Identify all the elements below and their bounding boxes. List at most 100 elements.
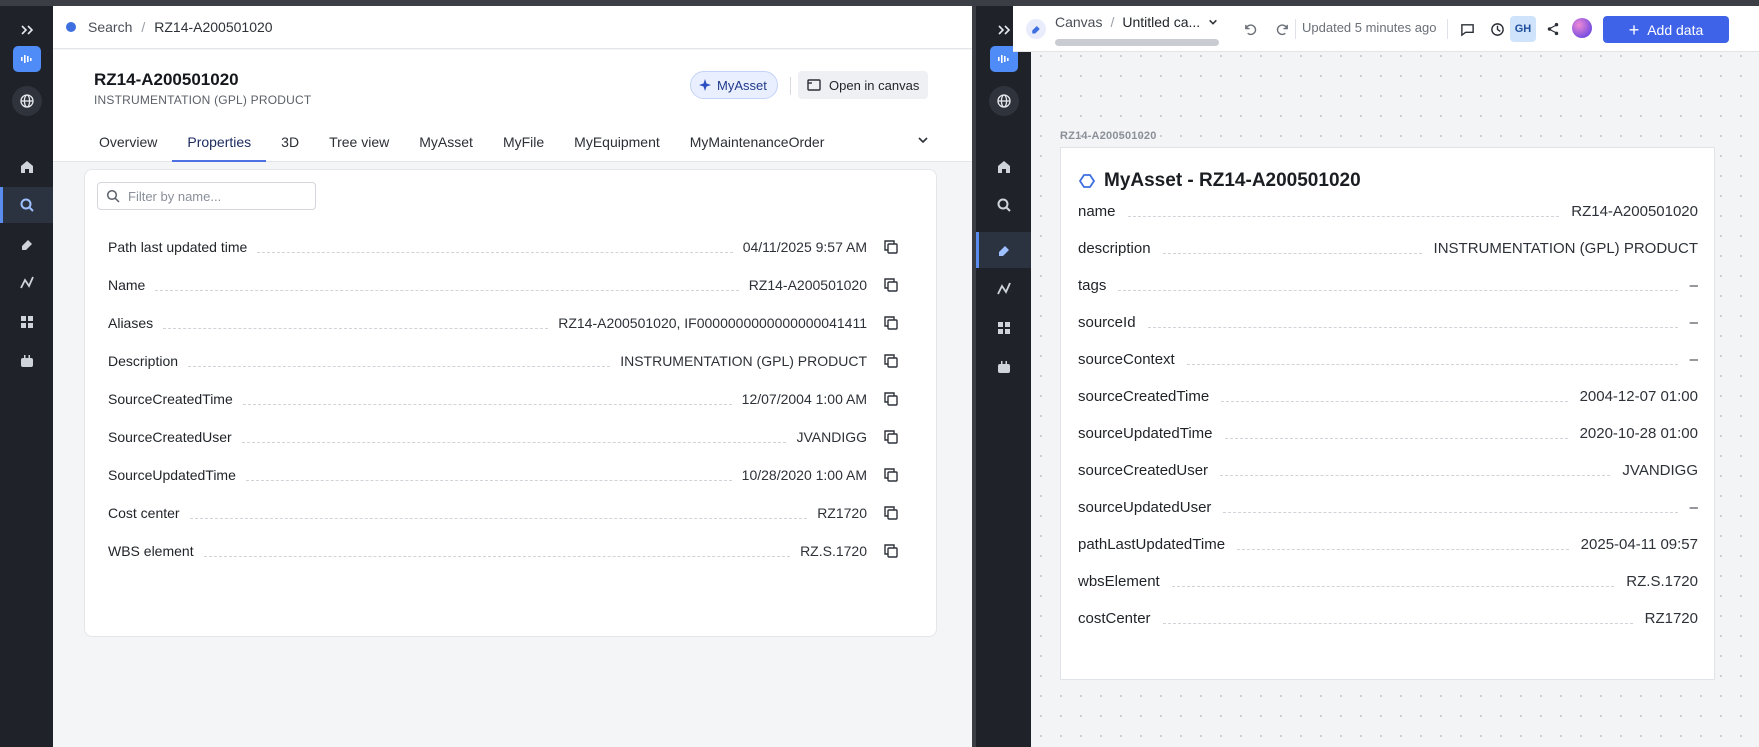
property-row: SourceCreatedTime 12/07/2004 1:00 AM	[108, 387, 898, 411]
copy-icon[interactable]	[884, 468, 898, 482]
myasset-chip[interactable]: MyAsset	[690, 71, 778, 99]
home-icon[interactable]	[976, 149, 1031, 185]
filter-input[interactable]	[128, 188, 308, 204]
leader-dots	[1223, 512, 1678, 513]
tab-myequipment[interactable]: MyEquipment	[559, 134, 675, 162]
history-icon[interactable]	[1487, 19, 1507, 39]
filter-field[interactable]	[97, 182, 316, 210]
canvas-crumb-root[interactable]: Canvas	[1055, 14, 1102, 30]
tab-overview[interactable]: Overview	[84, 134, 172, 162]
canvas-nav-icon[interactable]	[0, 226, 53, 262]
leader-dots	[1147, 327, 1678, 328]
page-title: RZ14-A200501020	[94, 70, 239, 89]
toolbar-divider	[1295, 19, 1296, 39]
add-data-button[interactable]: + Add data	[1603, 16, 1729, 43]
charts-nav-icon[interactable]	[0, 265, 53, 301]
user-avatar[interactable]: GH	[1510, 16, 1536, 42]
leader-dots	[1127, 216, 1560, 217]
property-value: 12/07/2004 1:00 AM	[741, 391, 867, 407]
canvas-title[interactable]: Untitled ca...	[1122, 14, 1200, 30]
search-dot-icon	[66, 22, 76, 32]
leader-dots	[1162, 253, 1422, 254]
copy-icon[interactable]	[884, 354, 898, 368]
leader-dots	[1220, 475, 1611, 476]
copy-icon[interactable]	[884, 316, 898, 330]
asset-card[interactable]: MyAsset - RZ14-A200501020 name RZ14-A2005…	[1060, 147, 1715, 680]
globe-icon[interactable]	[988, 86, 1019, 116]
globe-icon[interactable]	[11, 86, 42, 116]
redo-icon[interactable]	[1272, 19, 1292, 39]
bot-icon[interactable]	[976, 349, 1031, 385]
title-scrollbar[interactable]	[1055, 39, 1219, 46]
more-tabs-chevron-down-icon[interactable]	[914, 134, 932, 154]
breadcrumb-root[interactable]: Search	[88, 19, 132, 35]
leader-dots	[1162, 623, 1633, 624]
search-icon	[106, 189, 120, 203]
property-label: SourceCreatedTime	[108, 391, 233, 407]
property-label: Cost center	[108, 505, 180, 521]
breadcrumb: Search / RZ14-A200501020	[53, 6, 972, 49]
copy-icon[interactable]	[884, 506, 898, 520]
open-in-canvas-label: Open in canvas	[829, 77, 920, 93]
page-subtitle: INSTRUMENTATION (GPL) PRODUCT	[94, 93, 312, 107]
sparkle-icon	[699, 79, 711, 91]
property-row: WBS element RZ.S.1720	[108, 539, 898, 563]
copy-icon[interactable]	[884, 240, 898, 254]
comments-icon[interactable]	[1457, 19, 1477, 39]
property-row: SourceUpdatedTime 10/28/2020 1:00 AM	[108, 463, 898, 487]
property-value: RZ.S.1720	[800, 543, 867, 559]
breadcrumb-separator: /	[141, 19, 146, 35]
leader-dots	[1237, 549, 1569, 550]
open-in-canvas-button[interactable]: Open in canvas	[798, 71, 929, 99]
property-row: Name RZ14-A200501020	[108, 273, 898, 297]
asset-header: RZ14-A200501020 INSTRUMENTATION (GPL) PR…	[53, 50, 972, 162]
property-value: 10/28/2020 1:00 AM	[741, 467, 867, 483]
leader-dots	[163, 328, 549, 329]
search-nav-icon[interactable]	[0, 187, 53, 223]
card-row: sourceId –	[1078, 310, 1698, 334]
chevron-down-icon[interactable]	[1208, 17, 1218, 27]
card-row: pathLastUpdatedTime 2025-04-11 09:57	[1078, 532, 1698, 556]
ai-assistant-icon[interactable]	[1572, 18, 1592, 38]
copy-icon[interactable]	[884, 544, 898, 558]
card-row-label: costCenter	[1078, 609, 1151, 627]
card-row-value: –	[1689, 498, 1698, 516]
tab-mymaintenanceorder[interactable]: MyMaintenanceOrder	[675, 134, 840, 162]
tab-myasset[interactable]: MyAsset	[404, 134, 488, 162]
hexagon-icon	[1079, 174, 1095, 188]
apps-grid-icon[interactable]	[0, 304, 53, 340]
canvas-toolbar: Canvas / Untitled ca... Updated 5 minute…	[1013, 6, 1759, 52]
card-row-label: pathLastUpdatedTime	[1078, 535, 1226, 553]
expand-sidebar-icon[interactable]	[0, 14, 53, 46]
tab-properties[interactable]: Properties	[172, 134, 266, 162]
property-value: JVANDIGG	[796, 429, 867, 445]
card-row-value: 2004-12-07 01:00	[1579, 387, 1698, 405]
card-row-label: sourceCreatedTime	[1078, 387, 1210, 405]
card-title-text: MyAsset - RZ14-A200501020	[1104, 170, 1361, 191]
myasset-chip-label: MyAsset	[717, 77, 767, 93]
toolbar-divider	[1447, 19, 1448, 39]
leader-dots	[241, 442, 787, 443]
charts-nav-icon[interactable]	[976, 271, 1031, 307]
app-logo-icon[interactable]	[12, 46, 41, 72]
home-icon[interactable]	[0, 149, 53, 185]
property-value: RZ1720	[817, 505, 867, 521]
canvas-nav-icon[interactable]	[976, 232, 1031, 268]
leader-dots	[1221, 401, 1568, 402]
search-nav-icon[interactable]	[976, 187, 1031, 223]
card-row-value: –	[1689, 350, 1698, 368]
tab-tree-view[interactable]: Tree view	[314, 134, 404, 162]
copy-icon[interactable]	[884, 392, 898, 406]
copy-icon[interactable]	[884, 278, 898, 292]
tab-3d[interactable]: 3D	[266, 134, 314, 162]
leader-dots	[1118, 290, 1678, 291]
undo-icon[interactable]	[1240, 19, 1260, 39]
card-row-label: sourceId	[1078, 313, 1136, 331]
apps-grid-icon[interactable]	[976, 310, 1031, 346]
bot-icon[interactable]	[0, 343, 53, 379]
card-row-label: sourceContext	[1078, 350, 1175, 368]
copy-icon[interactable]	[884, 430, 898, 444]
tab-myfile[interactable]: MyFile	[488, 134, 559, 162]
share-icon[interactable]	[1543, 19, 1563, 39]
leader-dots	[242, 404, 732, 405]
